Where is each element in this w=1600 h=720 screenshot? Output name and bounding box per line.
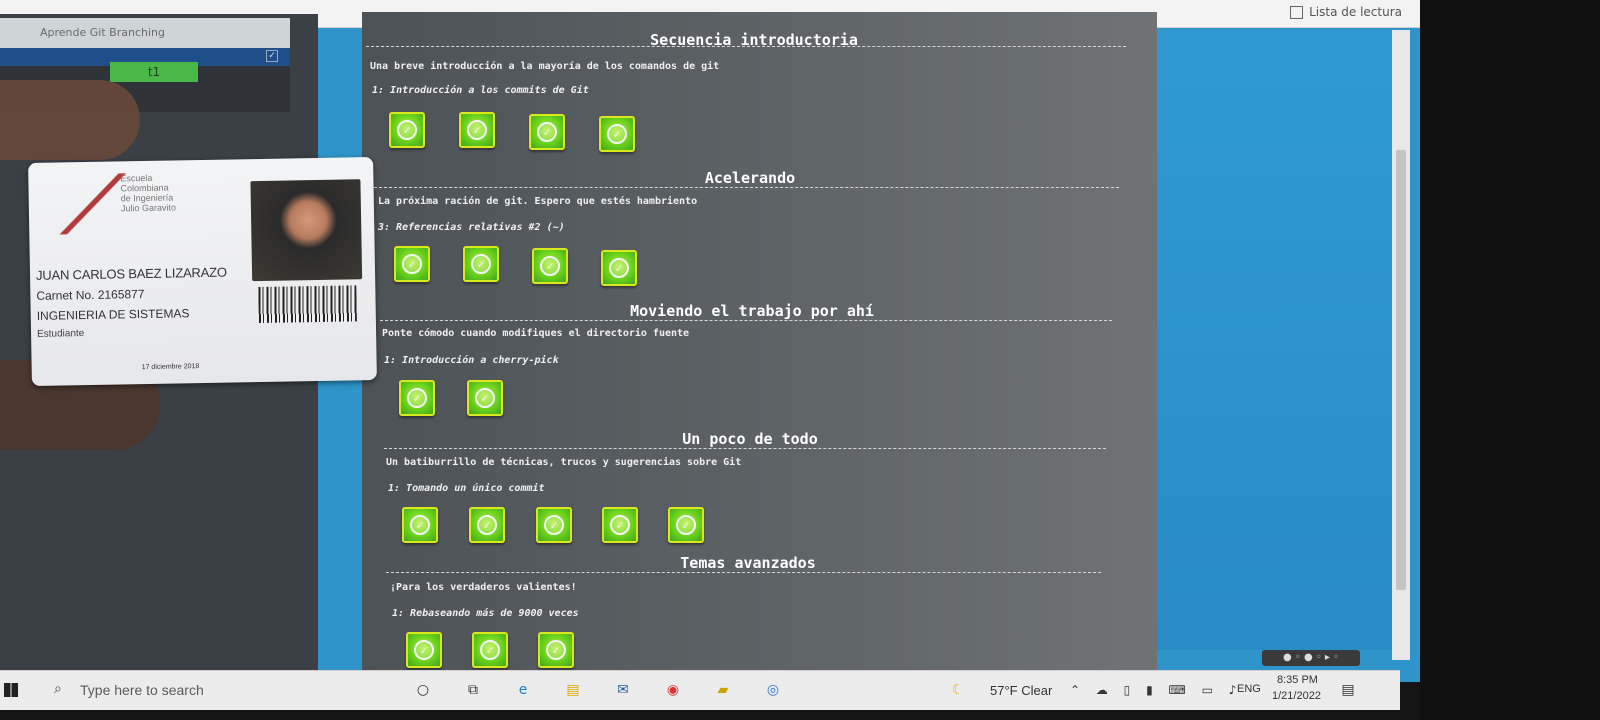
section-description: Una breve introducción a la mayoría de l…: [370, 61, 720, 72]
hand-fingers: [0, 80, 140, 160]
student-career: INGENIERIA DE SISTEMAS: [36, 306, 190, 323]
check-circle-icon: ✓: [475, 388, 495, 408]
check-circle-icon: ✓: [546, 640, 566, 660]
notifications-icon[interactable]: ▤: [1335, 677, 1361, 703]
reading-list-label: Lista de lectura: [1309, 5, 1402, 19]
section-divider: [374, 187, 1119, 188]
section-divider: [380, 320, 1112, 321]
cortana-icon[interactable]: ○: [410, 677, 436, 703]
lesson-label: 1: Tomando un único commit: [388, 483, 545, 494]
level-button[interactable]: ✓: [459, 112, 495, 148]
weather-icon: ☾: [951, 682, 965, 698]
chrome-icon[interactable]: ◉: [660, 677, 686, 703]
page-scrollbar[interactable]: [1392, 30, 1410, 660]
levels-panel: Secuencia introductoria Una breve introd…: [362, 12, 1157, 680]
windows-taskbar: ⌕ Type here to search ○ ⧉ e ▤ ✉ ◉ ▰ ◎ ☾ …: [0, 670, 1400, 710]
level-button[interactable]: ✓: [389, 112, 425, 148]
section-description: La próxima ración de git. Espero que est…: [378, 196, 698, 207]
section-title: Temas avanzados: [680, 554, 816, 572]
check-circle-icon: ✓: [407, 388, 427, 408]
lesson-label: 1: Rebaseando más de 9000 veces: [392, 608, 579, 619]
clock-time[interactable]: 8:35 PM: [1277, 674, 1318, 686]
edge-icon[interactable]: e: [510, 677, 536, 703]
check-circle-icon: ✓: [544, 515, 564, 535]
level-button[interactable]: ✓: [469, 507, 505, 543]
level-button[interactable]: ✓: [467, 380, 503, 416]
section-title: Moviendo el trabajo por ahí: [630, 302, 874, 320]
check-circle-icon: ✓: [471, 254, 491, 274]
level-button[interactable]: ✓: [536, 507, 572, 543]
check-circle-icon: ✓: [609, 258, 629, 278]
level-button[interactable]: ✓: [394, 246, 430, 282]
desktop-background-right: [1130, 30, 1392, 650]
level-button[interactable]: ✓: [402, 507, 438, 543]
section-description: ¡Para los verdaderos valientes!: [390, 582, 577, 593]
sticky-notes-icon[interactable]: ▰: [710, 677, 736, 703]
task-view-icon[interactable]: ⧉: [460, 677, 486, 703]
level-button[interactable]: ✓: [399, 380, 435, 416]
check-circle-icon: ✓: [477, 515, 497, 535]
check-circle-icon: ✓: [480, 640, 500, 660]
check-circle-icon: ✓: [402, 254, 422, 274]
search-icon[interactable]: ⌕: [54, 681, 62, 697]
level-button[interactable]: ✓: [599, 116, 635, 152]
student-id-number: Carnet No. 2165877: [36, 287, 145, 303]
reading-list-icon: [1290, 5, 1304, 19]
check-circle-icon: ✓: [537, 122, 557, 142]
section-divider: [386, 572, 1101, 573]
check-circle-icon: ✓: [610, 515, 630, 535]
school-name: Escuela Colombiana de Ingeniería Julio G…: [120, 172, 176, 214]
clock-date[interactable]: 1/21/2022: [1272, 690, 1321, 702]
lesson-label: 1: Introducción a los commits de Git: [372, 85, 589, 96]
scrollbar-thumb[interactable]: [1396, 150, 1406, 590]
check-circle-icon: ✓: [410, 515, 430, 535]
lesson-label: 1: Introducción a cherry-pick: [384, 355, 559, 366]
status-indicator: ● ◦ ● ◦ ▸ ◦: [1262, 650, 1360, 666]
level-button[interactable]: ✓: [529, 114, 565, 150]
check-circle-icon: ✓: [540, 256, 560, 276]
level-button[interactable]: ✓: [601, 250, 637, 286]
school-name-line: Julio Garavito: [120, 202, 176, 214]
level-button[interactable]: ✓: [532, 248, 568, 284]
student-photo: [250, 179, 363, 282]
section-title: Acelerando: [704, 169, 796, 187]
level-button[interactable]: ✓: [406, 632, 442, 668]
section-divider: [384, 448, 1106, 449]
reading-list-button[interactable]: Lista de lectura: [1290, 5, 1402, 19]
left-panel-title: Aprende Git Branching: [0, 18, 290, 48]
section-title: Un poco de todo: [682, 430, 818, 448]
check-circle-icon: ✓: [414, 640, 434, 660]
system-tray-icons[interactable]: ⌃ ☁ ▯ ▮ ⌨ ▭ ♪: [1070, 683, 1242, 697]
mail-icon[interactable]: ✉: [610, 677, 636, 703]
student-id-card: Escuela Colombiana de Ingeniería Julio G…: [28, 157, 377, 386]
section-description: Ponte cómodo cuando modifiques el direct…: [382, 328, 690, 339]
language-indicator[interactable]: ENG: [1237, 683, 1261, 695]
check-circle-icon: ✓: [397, 120, 417, 140]
check-circle-icon: ✓: [467, 120, 487, 140]
weather-status[interactable]: 57°F Clear: [990, 683, 1052, 698]
card-date: 17 diciembre 2018: [141, 363, 200, 372]
level-button[interactable]: ✓: [668, 507, 704, 543]
checkbox-icon[interactable]: ✓: [266, 50, 278, 62]
barcode: [258, 285, 357, 324]
section-description: Un batiburrillo de técnicas, trucos y su…: [386, 457, 742, 468]
app-icon[interactable]: ◎: [760, 677, 786, 703]
student-name: JUAN CARLOS BAEZ LIZARAZO: [35, 264, 227, 283]
dark-room-background: [1420, 0, 1600, 720]
file-explorer-icon[interactable]: ▤: [560, 677, 586, 703]
level-button[interactable]: ✓: [538, 632, 574, 668]
check-circle-icon: ✓: [676, 515, 696, 535]
level-button[interactable]: ✓: [472, 632, 508, 668]
level-button[interactable]: ✓: [602, 507, 638, 543]
left-panel-badge: t1: [110, 62, 198, 82]
check-circle-icon: ✓: [607, 124, 627, 144]
student-role: Estudiante: [36, 328, 85, 340]
section-divider: [366, 46, 1126, 47]
taskbar-search-input[interactable]: Type here to search: [80, 682, 204, 698]
level-button[interactable]: ✓: [463, 246, 499, 282]
lesson-label: 3: Referencias relativas #2 (~): [378, 222, 565, 233]
windows-start-icon[interactable]: [4, 683, 18, 697]
